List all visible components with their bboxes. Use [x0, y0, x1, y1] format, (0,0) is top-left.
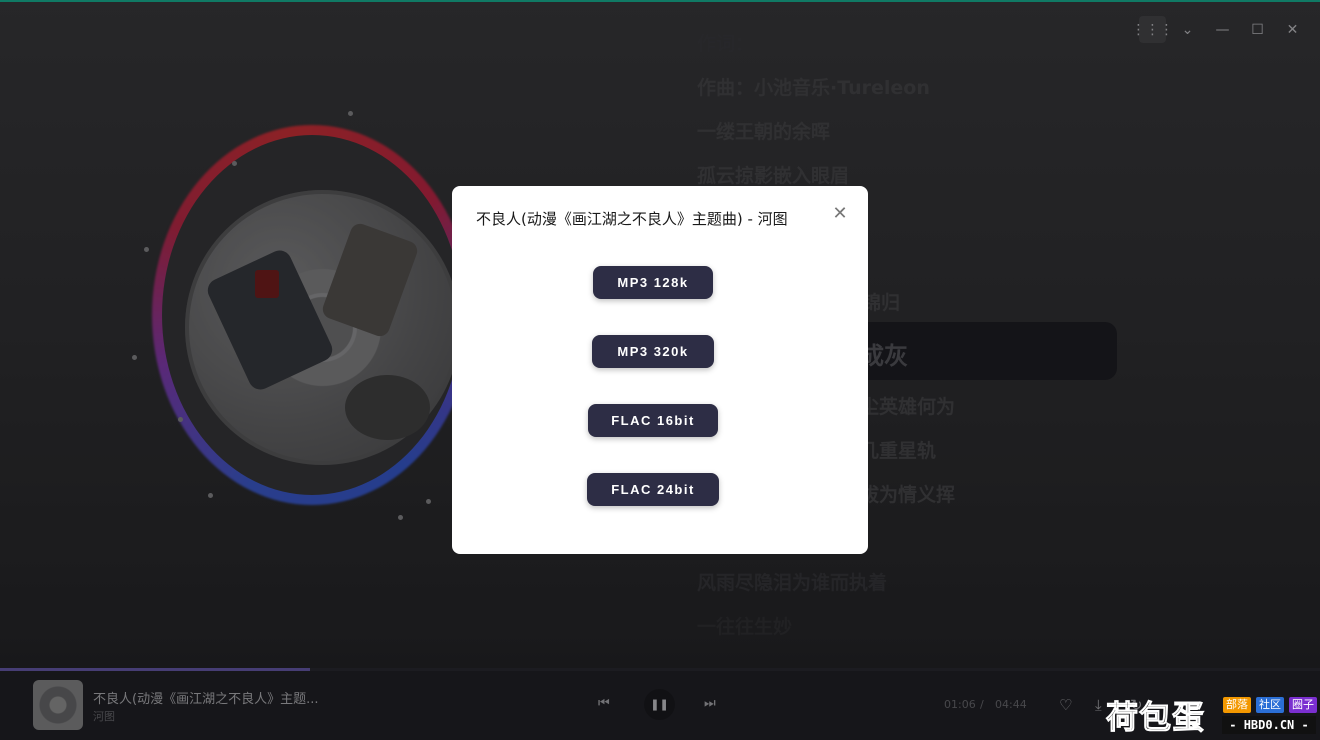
close-icon[interactable]: ✕: [830, 204, 850, 224]
watermark-tag: 圈子: [1289, 697, 1317, 713]
quality-mp3-320k-button[interactable]: MP3 320k: [592, 335, 714, 368]
quality-flac-16bit-button[interactable]: FLAC 16bit: [588, 404, 718, 437]
music-player-app: ⋮⋮⋮ ⌄ — ☐ ✕ 作词： 作曲：小池音乐·Tureleon 一缕王朝的余晖…: [0, 0, 1320, 740]
quality-mp3-128k-button[interactable]: MP3 128k: [593, 266, 713, 299]
watermark-tag: 社区: [1256, 697, 1284, 713]
quality-flac-24bit-button[interactable]: FLAC 24bit: [587, 473, 719, 506]
dialog-title: 不良人(动漫《画江湖之不良人》主题曲) - 河图: [476, 210, 788, 228]
download-quality-dialog: 不良人(动漫《画江湖之不良人》主题曲) - 河图 ✕ MP3 128k MP3 …: [452, 186, 868, 554]
watermark-logo: 荷包蛋: [1105, 698, 1206, 737]
watermark-tag: 部落: [1223, 697, 1251, 713]
watermark-url: - HBD0.CN -: [1222, 716, 1316, 734]
